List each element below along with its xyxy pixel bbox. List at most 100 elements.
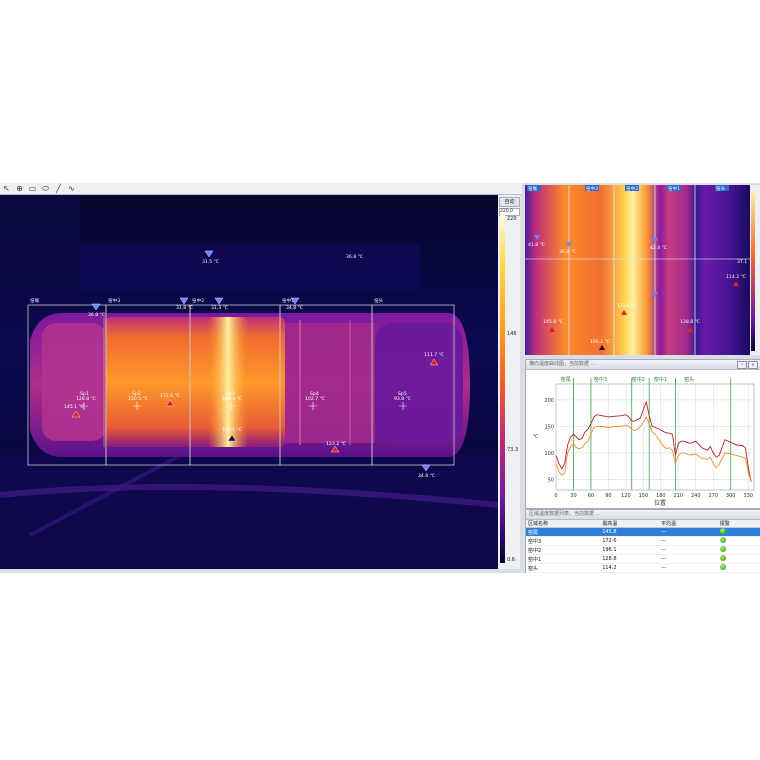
close-button[interactable]: × [748,361,758,369]
chart-panel-title: 横向温度曲线图，当前数据 ... [529,361,596,367]
ellipse-tool-icon[interactable]: ⬭ [41,184,50,193]
scale-mid-label: 146 [507,331,517,337]
strip-tag-kiln-tail: 窑尾 [528,185,538,192]
crosshair-icon[interactable]: ⊕ [15,184,24,193]
cell-max: 172.6 [600,536,659,546]
cell-alarm [717,545,760,555]
status-ok-icon [719,555,726,561]
cell-avg: --- [658,536,718,546]
status-ok-icon [719,564,726,570]
thermal-strip-view[interactable]: 窑尾 窑中3 窑中2 窑中1 窑头 41.8 ℃ 36.8 ℃ 42.4 ℃ 3… [525,185,760,355]
x-tick-label: 180 [656,493,666,499]
y-tick-label: 50 [548,477,554,483]
cell-avg: --- [658,545,718,555]
scale-low-label: 73.3 [507,447,519,453]
cell-avg: --- [658,563,718,573]
chart-panel-header: 横向温度曲线图，当前数据 ... – × [526,360,760,370]
cell-alarm [717,563,760,573]
region-name-kiln-mid3: 窑中3 [108,297,120,304]
table-row[interactable]: 窑头 114.2 --- [526,563,760,573]
svg-text:123.2 ℃: 123.2 ℃ [326,441,346,447]
y-axis-label: ℃ [533,434,539,440]
region-name-kiln-head: 窑头 [374,297,384,304]
svg-text:42.4 ℃: 42.4 ℃ [650,245,667,251]
arrow-icon[interactable]: ↖ [2,184,11,193]
table-row[interactable]: 窑尾 145.8 --- [526,527,760,537]
col-avg-temp[interactable]: 平均温 [658,520,718,528]
chart-region-tag: 窑中1 [654,376,667,383]
table-row[interactable]: 窑中3 172.6 --- [526,536,760,546]
table-row[interactable]: 窑中1 128.8 --- [526,554,760,564]
x-tick-label: 210 [674,493,684,499]
cell-region: 窑中3 [526,536,601,546]
y-tick-label: 100 [544,451,554,457]
cell-avg: --- [658,527,718,537]
svg-text:145.1 ℃: 145.1 ℃ [64,404,84,410]
col-max-temp[interactable]: 最高温 [600,520,659,528]
chart-region-tag: 窑中2 [632,376,645,383]
table-panel-title: 区域温度数据列表，当前数据 ... [529,511,601,517]
color-scale: 自动 220.0 220 146 73.3 0.6 [498,195,520,569]
svg-text:196.1 ℃: 196.1 ℃ [222,427,242,433]
svg-text:34.8 ℃: 34.8 ℃ [418,473,435,479]
cell-max: 128.8 [600,554,659,564]
cell-region: 窑尾 [526,527,601,537]
x-axis-label: 位置 [654,499,666,507]
cell-region: 窑中2 [526,545,601,555]
svg-text:31.3 ℃: 31.3 ℃ [211,305,228,311]
svg-text:128.8 ℃: 128.8 ℃ [76,396,96,402]
color-scale-bar [500,215,505,563]
svg-text:128.8 ℃: 128.8 ℃ [680,319,700,325]
x-tick-label: 240 [691,493,701,499]
svg-text:114.2 ℃: 114.2 ℃ [726,274,746,280]
chart-region-tag: 窑头 [684,376,694,383]
x-tick-label: 270 [708,493,718,499]
col-region-name[interactable]: 区域名称 [526,520,601,528]
rectangle-tool-icon[interactable]: ▭ [28,184,37,193]
strip-tag-kiln-mid3: 窑中3 [586,185,598,192]
status-ok-icon [719,537,726,543]
cell-alarm [717,554,760,564]
x-tick-label: 60 [588,493,594,499]
scale-top-label: 220 [507,216,517,222]
toolbar: ↖ ⊕ ▭ ⬭ ╱ ∿ [0,183,522,195]
scale-bottom-label: 0.6 [507,557,515,563]
auto-range-button[interactable]: 自动 [499,197,520,207]
x-tick-label: 30 [570,493,576,499]
polyline-tool-icon[interactable]: ∿ [67,184,76,193]
thermal-image-view[interactable]: 窑尾 窑中3 窑中2 窑中1 窑头 31.5 ℃ 36.8 ℃ 36.8 ℃ 3… [0,195,498,569]
region-name-kiln-mid2: 窑中2 [192,297,204,304]
x-tick-label: 90 [605,493,611,499]
x-tick-label: 0 [554,493,557,499]
svg-text:172.6 ℃: 172.6 ℃ [617,303,637,309]
y-tick-label: 150 [544,424,554,430]
chart-region-tag: 窑尾 [561,376,571,383]
line-tool-icon[interactable]: ╱ [54,184,63,193]
col-alarm[interactable]: 报警 [717,520,760,528]
svg-text:150.5 ℃: 150.5 ℃ [128,396,148,402]
cell-region: 窑头 [526,563,601,573]
region-name-kiln-tail: 窑尾 [30,297,40,304]
svg-text:31.8 ℃: 31.8 ℃ [176,305,193,311]
chart-region-tag: 窑中3 [594,376,607,383]
svg-text:37.1: 37.1 [737,259,747,265]
minimize-button[interactable]: – [737,361,747,369]
floating-temp-label: 36.8 ℃ [346,254,363,260]
x-tick-label: 300 [726,493,736,499]
svg-text:111.7 ℃: 111.7 ℃ [424,352,444,358]
strip-tag-kiln-mid1: 窑中1 [668,185,680,192]
svg-text:36.8 ℃: 36.8 ℃ [88,312,105,318]
table-panel-header: 区域温度数据列表，当前数据 ... [526,510,760,520]
svg-text:172.6 ℃: 172.6 ℃ [160,393,180,399]
status-ok-icon [719,528,726,534]
cell-max: 196.1 [600,545,659,555]
svg-text:34.8 ℃: 34.8 ℃ [286,305,303,311]
table-row[interactable]: 窑中2 196.1 --- [526,545,760,555]
thermal-analysis-app: ↖ ⊕ ▭ ⬭ ╱ ∿ 窑尾 窑中3 窑中2 窑中1 窑头 31.5 ℃ 36.… [0,183,760,573]
region-table: 区域名称 最高温 平均温 报警 窑尾 145.8 --- 窑中3 172.6 -… [526,520,760,573]
svg-text:196.1 ℃: 196.1 ℃ [590,339,610,345]
cell-max: 145.8 [600,527,659,537]
temperature-line-chart[interactable]: 窑尾 窑中3 窑中2 窑中1 窑头 200 150 100 50 0 30 60 90 120 150 1… [526,370,760,508]
cell-max: 114.2 [600,563,659,573]
chart-x-ticks: 0 30 60 90 120 150 180 210 240 270 300 330 [554,493,753,499]
